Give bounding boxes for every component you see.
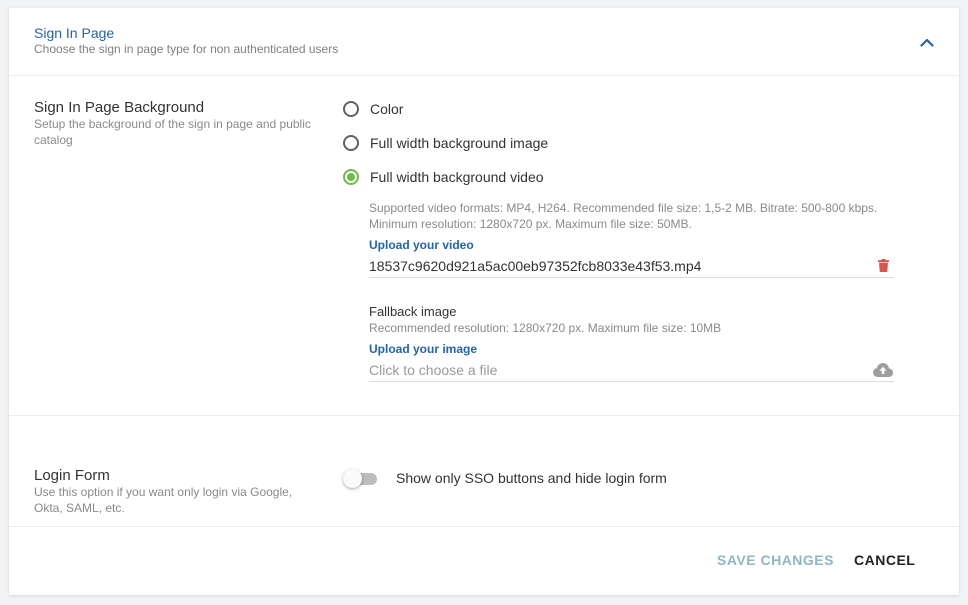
- image-file-field[interactable]: Click to choose a file: [369, 358, 894, 382]
- trash-icon: [877, 259, 889, 272]
- sso-only-toggle[interactable]: [343, 466, 381, 488]
- video-file-name: 18537c9620d921a5ac00eb97352fcb8033e43f53…: [369, 257, 702, 274]
- radio-color[interactable]: [343, 101, 359, 117]
- upload-image-label: Upload your image: [369, 342, 478, 356]
- radio-option-background-video[interactable]: Full width background video: [343, 169, 544, 185]
- radio-background-image[interactable]: [343, 135, 359, 151]
- fallback-image-hint: Recommended resolution: 1280x720 px. Max…: [369, 321, 722, 335]
- sso-only-toggle-label: Show only SSO buttons and hide login for…: [396, 470, 667, 486]
- radio-background-video-label: Full width background video: [370, 169, 544, 185]
- image-file-placeholder[interactable]: Click to choose a file: [369, 362, 497, 378]
- radio-option-background-image[interactable]: Full width background image: [343, 135, 548, 151]
- fallback-image-title: Fallback image: [369, 304, 457, 319]
- radio-background-video[interactable]: [343, 169, 359, 185]
- background-section-divider: [9, 415, 959, 416]
- section-header-subtitle: Choose the sign in page type for non aut…: [34, 42, 339, 56]
- upload-video-label: Upload your video: [369, 238, 474, 252]
- save-changes-button[interactable]: SAVE CHANGES: [717, 550, 834, 570]
- login-section-description: Use this option if you want only login v…: [34, 485, 293, 515]
- background-section-title: Sign In Page Background: [34, 99, 205, 116]
- video-file-field[interactable]: 18537c9620d921a5ac00eb97352fcb8033e43f53…: [369, 254, 894, 278]
- cancel-button[interactable]: CANCEL: [854, 550, 915, 570]
- video-format-hint: Supported video formats: MP4, H264. Reco…: [369, 201, 878, 231]
- login-section-title: Login Form: [34, 467, 110, 484]
- upload-image-button[interactable]: [872, 360, 894, 380]
- footer-divider: [9, 526, 959, 527]
- header-divider: [9, 75, 959, 76]
- toggle-knob: [343, 469, 362, 488]
- radio-color-label: Color: [370, 101, 404, 117]
- cloud-upload-icon: [873, 362, 893, 377]
- radio-option-color[interactable]: Color: [343, 101, 403, 117]
- background-section-description: Setup the background of the sign in page…: [34, 117, 311, 147]
- section-header-title: Sign In Page: [34, 25, 115, 41]
- chevron-up-icon: [920, 38, 934, 47]
- delete-video-button[interactable]: [872, 256, 894, 276]
- radio-background-image-label: Full width background image: [370, 135, 549, 151]
- collapse-button[interactable]: [915, 32, 939, 52]
- settings-card: Sign In Page Choose the sign in page typ…: [9, 8, 959, 595]
